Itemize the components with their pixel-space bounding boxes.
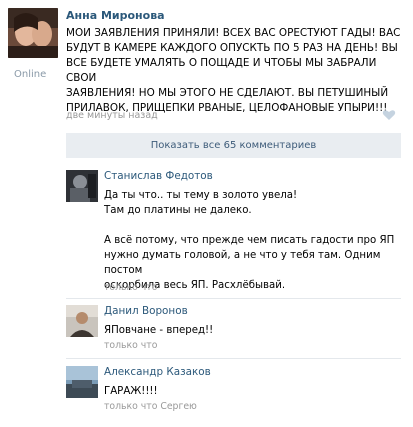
comment-timestamp[interactable]: только что Сергею: [104, 401, 197, 412]
comment-item: Данил Воронов ЯПовчане - вперед!! только…: [66, 305, 401, 355]
comment-timestamp[interactable]: только что: [104, 282, 157, 293]
comment-text-line: нужно думать головой, а не что у тебя та…: [104, 250, 381, 276]
author-avatar[interactable]: [8, 8, 58, 58]
comment-divider: [66, 298, 401, 299]
post-text: МОИ ЗАЯВЛЕНИЯ ПРИНЯЛИ! ВСЕХ ВАС ОРЕСТУЮТ…: [66, 26, 402, 116]
comment-divider: [66, 358, 401, 359]
online-status: Online: [14, 69, 47, 80]
commenter-avatar[interactable]: [66, 366, 98, 398]
comment-text: ЯПовчане - вперед!!: [104, 323, 399, 338]
comment-text: Да ты что.. ты тему в золото увела! Там …: [104, 188, 399, 293]
comment-text-line: Да ты что.. ты тему в золото увела!: [104, 190, 298, 201]
commenter-avatar[interactable]: [66, 170, 98, 202]
comment-text-line: Там до платины не далеко.: [104, 205, 252, 216]
commenter-avatar[interactable]: [66, 305, 98, 337]
comment-text-line: [104, 218, 399, 233]
comment-item: Александр Казаков ГАРАЖ!!!! только что С…: [66, 366, 401, 416]
post-text-line: ЗАЯВЛЕНИЯ! НО МЫ ЭТОГО НЕ СДЕЛАЮТ. ВЫ ПЕ…: [66, 87, 389, 99]
commenter-name-link[interactable]: Станислав Федотов: [104, 170, 213, 182]
post-text-line: ВСЕ БУДЕТЕ УМАЛЯТЬ О ПОЩАДЕ И ЧТОБЫ МЫ З…: [66, 57, 377, 84]
post-text-line: БУДУТ В КАМЕРЕ КАЖДОГО ОПУСКТЬ ПО 5 РАЗ …: [66, 42, 398, 54]
comment-text-line: ЯПовчане - вперед!!: [104, 325, 214, 336]
show-all-comments-button[interactable]: Показать все 65 комментариев: [66, 133, 401, 158]
comment-text: ГАРАЖ!!!!: [104, 384, 399, 399]
comment-item: Станислав Федотов Да ты что.. ты тему в …: [66, 170, 401, 298]
author-name-link[interactable]: Анна Миронова: [66, 9, 165, 22]
post-text-line: МОИ ЗАЯВЛЕНИЯ ПРИНЯЛИ! ВСЕХ ВАС ОРЕСТУЮТ…: [66, 27, 401, 39]
commenter-name-link[interactable]: Данил Воронов: [104, 305, 188, 317]
commenter-name-link[interactable]: Александр Казаков: [104, 366, 211, 378]
comment-text-line: А всё потому, что прежде чем писать гадо…: [104, 235, 395, 246]
like-heart-icon[interactable]: [382, 108, 396, 122]
post-timestamp[interactable]: две минуты назад: [66, 110, 158, 121]
comment-text-line: ГАРАЖ!!!!: [104, 386, 158, 397]
comment-timestamp[interactable]: только что: [104, 340, 157, 351]
